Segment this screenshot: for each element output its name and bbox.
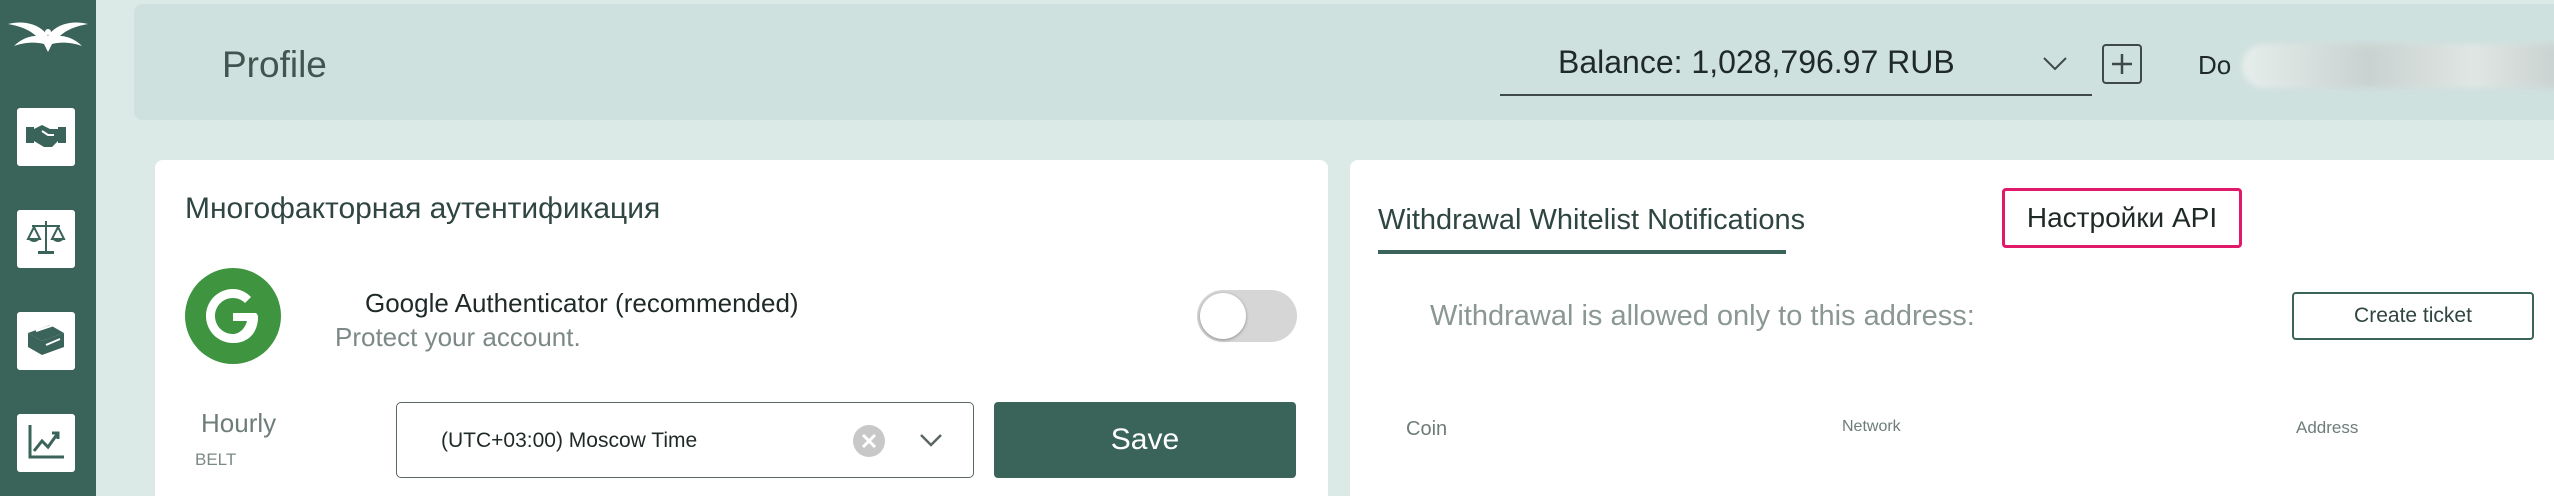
active-tab-indicator <box>1378 250 1786 254</box>
authenticator-description: Protect your account. <box>335 322 581 352</box>
toggle-knob <box>1200 293 1246 339</box>
add-account-button[interactable] <box>2102 44 2142 84</box>
handshake-icon <box>24 113 68 162</box>
column-header-address: Address <box>2296 418 2359 437</box>
chart-icon <box>24 419 68 468</box>
app-root: Profile Balance: 1,028,796.97 RUB Do Мно… <box>0 0 2554 496</box>
mfa-panel: Многофакторная аутентификация Google Aut… <box>155 160 1328 496</box>
belt-label: BELT <box>195 450 237 469</box>
page-title: Profile <box>222 44 327 85</box>
withdrawal-note: Withdrawal is allowed only to this addre… <box>1430 300 1975 332</box>
schedule-label: Hourly <box>201 408 277 438</box>
balance-value: Balance: 1,028,796.97 RUB <box>1558 44 1955 80</box>
clear-icon[interactable] <box>853 425 885 457</box>
sidebar-item-analytics[interactable] <box>17 414 75 472</box>
sidebar-item-payments[interactable] <box>17 312 75 370</box>
column-header-coin: Coin <box>1406 418 1448 440</box>
timezone-select[interactable]: (UTC+03:00) Moscow Time <box>396 402 974 478</box>
column-header-network: Network <box>1842 418 1901 435</box>
create-ticket-button[interactable]: Create ticket <box>2292 292 2534 340</box>
sidebar-item-arbitration[interactable] <box>17 210 75 268</box>
money-icon <box>24 317 68 366</box>
authenticator-name: Google Authenticator (recommended) <box>365 288 799 318</box>
scales-icon <box>24 215 68 264</box>
google-authenticator-icon <box>185 268 281 364</box>
timezone-value: (UTC+03:00) Moscow Time <box>441 429 698 452</box>
balance-select[interactable]: Balance: 1,028,796.97 RUB <box>1500 34 2092 96</box>
sidebar <box>0 0 96 496</box>
tab-api-settings[interactable]: Настройки API <box>2002 188 2242 248</box>
whitelist-panel: Withdrawal Whitelist Notifications Настр… <box>1350 160 2554 496</box>
chevron-down-icon <box>2042 56 2068 72</box>
user-name-redacted <box>2242 44 2554 88</box>
plus-icon <box>2104 54 2140 86</box>
mfa-title: Многофакторная аутентификация <box>185 192 661 225</box>
save-button[interactable]: Save <box>994 402 1296 478</box>
tab-withdrawal-whitelist[interactable]: Withdrawal Whitelist Notifications <box>1378 204 1805 237</box>
eagle-logo-icon[interactable] <box>6 14 90 54</box>
sidebar-item-deals[interactable] <box>17 108 75 166</box>
mfa-toggle[interactable] <box>1197 290 1297 342</box>
header: Profile Balance: 1,028,796.97 RUB Do <box>134 4 2554 120</box>
user-name[interactable]: Do <box>2198 50 2231 81</box>
chevron-down-icon[interactable] <box>919 433 943 449</box>
